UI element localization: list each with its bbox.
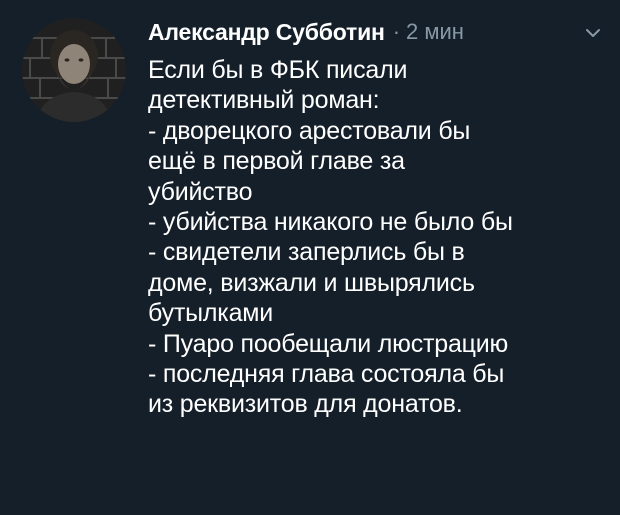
chevron-down-icon[interactable] bbox=[582, 22, 604, 44]
tweet-line: детективный роман: bbox=[148, 86, 380, 115]
tweet-line: - Пуаро пообещали люстрацию bbox=[148, 329, 509, 358]
tweet-line: - дворецкого арестовали бы bbox=[148, 116, 471, 145]
tweet-header: Александр Субботин · 2 мин bbox=[148, 12, 608, 52]
tweet-text: Если бы в ФБК писали детективный роман: … bbox=[148, 55, 608, 420]
tweet-line: - свидетели заперлись бы в bbox=[148, 238, 465, 267]
tweet-line: - убийства никакого не было бы bbox=[148, 208, 513, 237]
tweet-line: доме, визжали и швырялись bbox=[148, 268, 475, 297]
timestamp[interactable]: 2 мин bbox=[406, 19, 464, 45]
tweet-line: - последняя глава состояла бы bbox=[148, 360, 505, 389]
separator-dot: · bbox=[392, 19, 401, 44]
tweet-line: Если бы в ФБК писали bbox=[148, 56, 408, 84]
tweet: Александр Субботин · 2 мин Если бы в ФБК… bbox=[0, 0, 620, 515]
author-name[interactable]: Александр Субботин bbox=[148, 19, 385, 46]
tweet-line: убийство bbox=[148, 177, 253, 206]
tweet-line: ещё в первой главе за bbox=[148, 147, 405, 176]
avatar-image bbox=[22, 18, 126, 122]
tweet-line: из реквизитов для донатов. bbox=[148, 390, 463, 419]
avatar[interactable] bbox=[22, 18, 126, 122]
tweet-line: бутылками bbox=[148, 299, 274, 328]
